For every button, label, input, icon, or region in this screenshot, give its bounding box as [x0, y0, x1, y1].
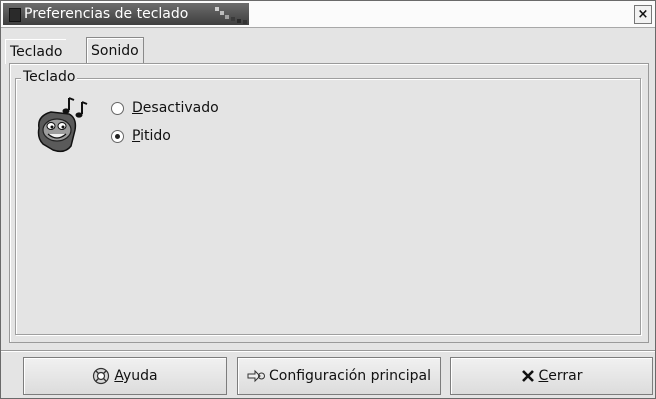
help-lifebuoy-icon [92, 367, 110, 385]
tab-teclado[interactable]: Teclado [5, 39, 67, 64]
radio-label-pitido[interactable]: Pitido [132, 128, 171, 144]
radio-pitido[interactable]: Pitido [111, 126, 171, 146]
help-button-label: Ayuda [114, 368, 158, 384]
x-icon [521, 369, 535, 383]
tab-sonido[interactable]: Sonido [86, 37, 144, 64]
radio-button-pitido[interactable] [111, 129, 124, 143]
radio-button-desactivado[interactable] [111, 101, 124, 115]
arrow-icon [247, 369, 266, 383]
window-title: Preferencias de teclado [24, 6, 189, 22]
title-bar[interactable]: Preferencias de teclado × [1, 1, 655, 28]
window-close-button[interactable]: × [634, 5, 652, 24]
main-config-button-label: Configuración principal [269, 368, 431, 384]
title-bar-active-area[interactable]: Preferencias de teclado [3, 3, 249, 25]
title-decoration-icon [215, 7, 247, 24]
preferences-window: Preferencias de teclado × Teclado Sonido… [0, 0, 656, 399]
main-config-button[interactable]: Configuración principal [237, 357, 441, 395]
speaker-music-icon [37, 97, 88, 153]
frame-legend: Teclado [21, 69, 78, 85]
window-menu-icon[interactable] [9, 8, 21, 22]
close-button[interactable]: Cerrar [450, 357, 653, 395]
help-button[interactable]: Ayuda [23, 357, 227, 395]
radio-desactivado[interactable]: Desactivado [111, 98, 219, 118]
radio-label-desactivado[interactable]: Desactivado [132, 100, 219, 116]
close-button-label: Cerrar [538, 368, 583, 384]
button-separator [1, 350, 655, 351]
keyboard-sound-frame [15, 78, 641, 335]
